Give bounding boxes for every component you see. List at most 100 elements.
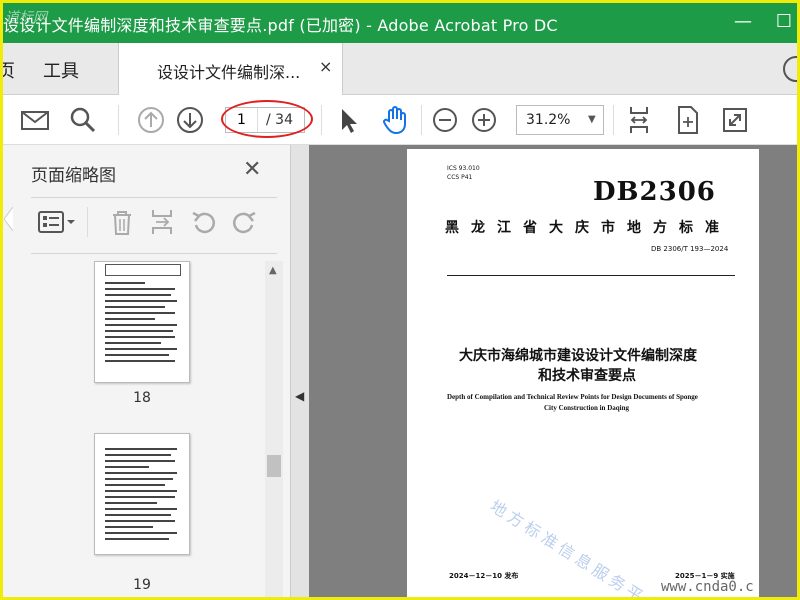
rotate-clockwise-icon[interactable] [229, 207, 259, 237]
panel-title: 页面缩略图 [31, 166, 116, 186]
zoom-in-icon[interactable] [468, 104, 500, 136]
toolbar-divider [613, 105, 614, 135]
ics-code: ICS 93.010 [447, 165, 480, 172]
ccs-code: CCS P41 [447, 174, 473, 181]
panel-notch [3, 206, 14, 232]
collapse-panel-icon[interactable]: ◀ [295, 389, 304, 403]
thumbnail-text-line [105, 472, 177, 474]
previous-page-icon[interactable] [135, 104, 167, 136]
search-icon[interactable] [67, 104, 99, 136]
tab-home[interactable]: 页 [3, 57, 15, 83]
page-thumbnails-panel: 页面缩略图 ✕ 18 19 ▲ [3, 145, 291, 597]
help-icon[interactable] [783, 56, 797, 82]
tab-document[interactable]: 设设计文件编制深... × [118, 43, 343, 95]
thumbnail-text-line [105, 508, 177, 510]
zoom-out-icon[interactable] [429, 104, 461, 136]
thumbnail-text-line [105, 448, 177, 450]
scroll-up-icon[interactable]: ▲ [269, 265, 277, 276]
toolbar-divider [421, 105, 422, 135]
pdf-page: ICS 93.010 CCS P41 DB2306 黑龙江省大庆市地方标准 DB… [407, 149, 759, 597]
page-thumbnail-label: 18 [133, 390, 151, 406]
site-watermark-url: www.cnda0.c [661, 579, 754, 595]
standard-type-title: 黑龙江省大庆市地方标准 [445, 220, 731, 236]
thumbnail-text-line [105, 318, 155, 320]
tab-tools[interactable]: 工具 [43, 57, 79, 83]
thumbnail-text-line [105, 496, 175, 498]
panel-tool-divider [87, 207, 88, 237]
standard-code: DB2306 [593, 177, 716, 207]
title-bar: 设设计文件编制深度和技术审查要点.pdf (已加密) - Adobe Acrob… [3, 3, 797, 43]
hand-tool-icon[interactable] [379, 104, 411, 136]
thumbnail-text-line [105, 532, 177, 534]
chevron-down-icon: ▼ [588, 114, 596, 125]
fit-page-icon[interactable] [623, 104, 655, 136]
tab-close-icon[interactable]: × [319, 57, 332, 76]
divider [31, 197, 277, 198]
thumbnail-text-line [105, 490, 177, 492]
platform-watermark: 地方标准信息服务平台 [486, 496, 667, 597]
document-view: ◀ ICS 93.010 CCS P41 DB2306 黑龙江省大庆市地方标准 … [291, 145, 797, 597]
select-cursor-icon[interactable] [333, 104, 365, 136]
toolbar-divider [321, 105, 322, 135]
minimize-button[interactable]: — [730, 9, 756, 35]
document-title-en-line2: City Construction in Daqing [544, 404, 629, 412]
thumbnail-text-line [105, 514, 171, 516]
thumbnail-text-line [105, 294, 171, 296]
panel-toolbar [31, 201, 277, 247]
thumbnail-text-line [105, 336, 175, 338]
thumbnail-text-line [105, 460, 175, 462]
thumbnail-text-line [105, 484, 165, 486]
site-watermark: 道标网 [5, 10, 47, 26]
header-rule [447, 275, 735, 276]
zoom-value: 31.2% [526, 112, 571, 128]
thumbnail-text-line [105, 502, 157, 504]
thumbnail-text-line [105, 312, 175, 314]
standard-number: DB 2306/T 193—2024 [651, 245, 729, 253]
scrollbar-thumb[interactable] [267, 455, 281, 477]
maximize-button[interactable]: ☐ [771, 9, 797, 35]
page-thumbnail[interactable] [94, 433, 190, 555]
thumbnail-text-line [105, 454, 171, 456]
thumbnail-text-line [105, 466, 149, 468]
page-thumbnail[interactable] [94, 261, 190, 383]
document-title-cn: 大庆市海绵城市建设设计文件编制深度 [459, 348, 697, 364]
options-menu-icon[interactable] [37, 207, 79, 237]
delete-page-icon[interactable] [107, 207, 137, 237]
email-icon[interactable] [19, 104, 51, 136]
document-title-cn-line2: 和技术审查要点 [538, 368, 636, 384]
annotation-ellipse [221, 100, 313, 138]
thumbnail-text-line [105, 342, 161, 344]
thumbnail-text-line [105, 538, 169, 540]
thumbnail-text-line [105, 526, 153, 528]
close-icon[interactable]: ✕ [243, 157, 261, 182]
thumbnail-text-line [105, 348, 177, 350]
thumbnail-text-line [105, 520, 175, 522]
thumbnail-text-line [105, 306, 165, 308]
full-screen-icon[interactable] [719, 104, 751, 136]
panel-collapse-strip [291, 145, 309, 597]
thumbnail-text-line [105, 354, 169, 356]
page-thumbnail-label: 19 [133, 577, 151, 593]
thumbnail-text-line [105, 282, 145, 284]
thumbnail-table [105, 264, 181, 276]
thumbnail-text-line [105, 330, 173, 332]
tab-document-label: 设设计文件编制深... [157, 63, 301, 82]
issue-date: 2024－12－10 发布 [449, 572, 519, 580]
divider [31, 253, 277, 254]
document-title-en: Depth of Compilation and Technical Revie… [447, 393, 698, 401]
rotate-page-icon[interactable] [671, 104, 703, 136]
thumbnail-text-line [105, 360, 175, 362]
window-title: 设设计文件编制深度和技术审查要点.pdf (已加密) - Adobe Acrob… [3, 16, 558, 35]
toolbar-divider [118, 105, 119, 135]
thumbnail-scrollbar[interactable]: ▲ [265, 261, 283, 597]
acrobat-window: 设设计文件编制深度和技术审查要点.pdf (已加密) - Adobe Acrob… [3, 3, 797, 597]
rotate-counterclockwise-icon[interactable] [189, 207, 219, 237]
thumbnail-text-line [105, 300, 177, 302]
thumbnail-text-line [105, 288, 175, 290]
tab-bar: 页 工具 设设计文件编制深... × [3, 43, 797, 95]
zoom-select[interactable]: 31.2% ▼ [516, 105, 604, 135]
next-page-icon[interactable] [174, 104, 206, 136]
toolbar: / 34 31.2% ▼ [3, 95, 797, 145]
insert-page-icon[interactable] [147, 207, 177, 237]
thumbnail-text-line [105, 478, 173, 480]
